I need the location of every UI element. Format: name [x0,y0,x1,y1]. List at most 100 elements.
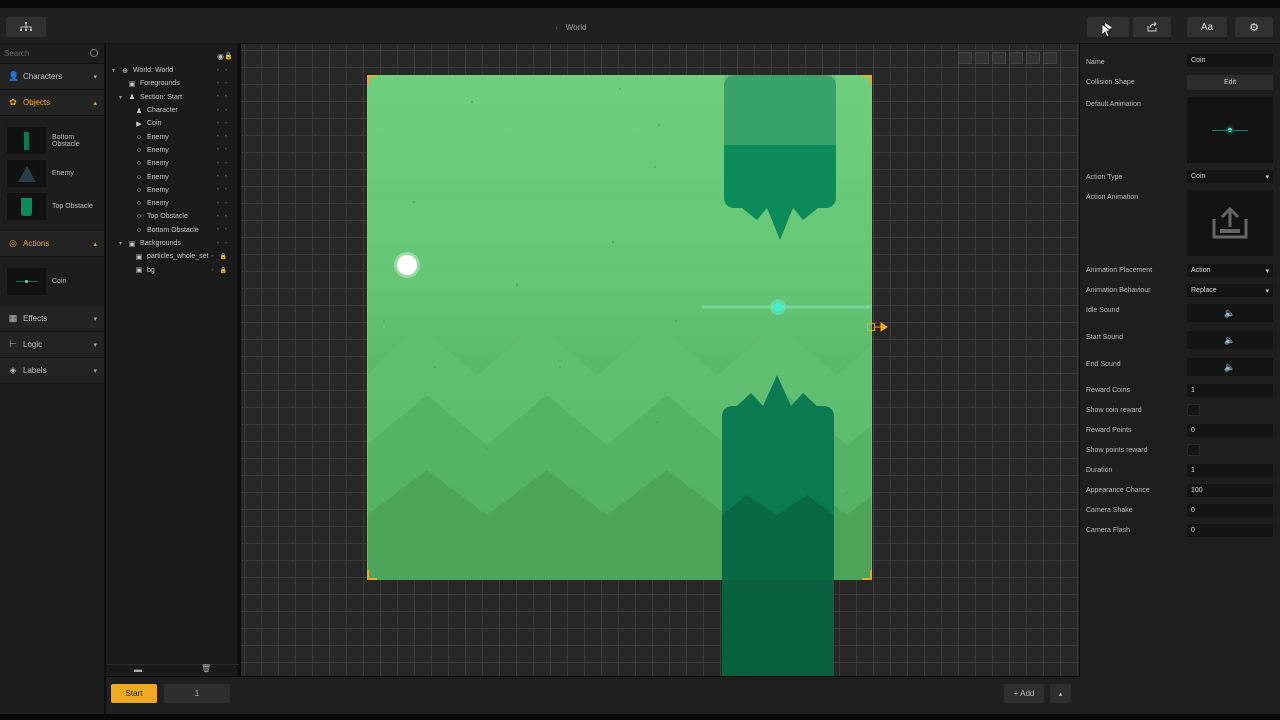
link-icon[interactable] [1026,52,1040,64]
eye-icon[interactable]: ◉ [217,52,224,61]
hierarchy-row[interactable]: ▾ ♟ Section: Start •• [106,91,237,104]
animation-behaviour-select[interactable]: Replace [1187,284,1273,297]
dot-icon[interactable]: • [225,187,233,193]
hierarchy-row[interactable]: ○ Enemy •• [106,170,237,183]
library-item-top-obstacle[interactable]: Top Obstacle [0,190,104,223]
zoom-icon[interactable] [1043,52,1057,64]
dot-icon[interactable]: • [225,81,233,87]
search-input[interactable]: Search [0,44,104,64]
default-animation-preview[interactable] [1187,97,1273,163]
camera-shake-field[interactable]: 0 [1187,504,1273,517]
lock-icon[interactable] [975,52,989,64]
direction-handle[interactable] [867,323,875,331]
magnet-icon[interactable] [1009,52,1023,64]
animation-placement-select[interactable]: Action [1187,264,1273,277]
section-tab-number[interactable]: 1 [164,684,230,703]
visibility-lock-toggles[interactable]: •• [217,214,233,220]
dot-icon[interactable]: • [225,227,233,233]
twisty-icon[interactable]: ▾ [112,67,120,74]
visibility-lock-toggles[interactable]: •• [217,94,233,100]
action-type-select[interactable]: Coin [1187,170,1273,183]
scene-canvas[interactable] [241,44,1079,676]
hierarchy-row[interactable]: ♟ Character •• [106,104,237,117]
visibility-lock-toggles[interactable]: •• [217,68,233,74]
visibility-lock-toggles[interactable]: •• [217,161,233,167]
action-animation-upload[interactable] [1187,190,1273,256]
lock-icon[interactable]: 🔒 [220,268,233,274]
name-field[interactable]: Coin [1187,54,1273,67]
section-actions[interactable]: ◎ Actions ▴ [0,231,104,257]
library-item-enemy[interactable]: Enemy [0,157,104,190]
hierarchy-row[interactable]: ▣ bg •🔒 [106,263,237,276]
edit-collision-button[interactable]: Edit [1187,75,1273,90]
text-button[interactable]: Aa [1187,17,1227,37]
add-section-button[interactable]: + Add [1004,684,1044,703]
visibility-lock-toggles[interactable]: •• [217,187,233,193]
show-points-reward-checkbox[interactable] [1187,444,1200,456]
section-tab-start[interactable]: Start [111,684,157,703]
section-labels[interactable]: ◈ Labels ▾ [0,358,104,384]
section-objects[interactable]: ✿ Objects ▴ [0,90,104,116]
reward-points-field[interactable]: 0 [1187,424,1273,437]
visibility-lock-toggles[interactable]: •• [217,81,233,87]
visibility-lock-toggles[interactable]: •• [217,147,233,153]
dot-icon[interactable]: • [225,174,233,180]
section-effects[interactable]: ▦ Effects ▾ [0,306,104,332]
grid-icon[interactable] [992,52,1006,64]
fit-icon[interactable] [958,52,972,64]
trash-icon[interactable]: 🗑 [201,664,211,673]
lock-icon[interactable]: 🔒 [220,254,233,260]
hierarchy-toggle-button[interactable] [6,17,46,37]
hierarchy-row[interactable]: ▾ ⊕ World: World •• [106,64,237,77]
dot-icon[interactable]: • [225,241,233,247]
folder-icon[interactable]: ▬ [134,665,142,674]
dot-icon[interactable]: • [225,121,233,127]
visibility-lock-toggles[interactable]: •🔒 [211,267,233,274]
dot-icon[interactable]: • [225,214,233,220]
visibility-lock-toggles[interactable]: •• [217,241,233,247]
start-sound-picker[interactable]: 🔈 [1187,331,1273,349]
visibility-lock-toggles[interactable]: •• [217,121,233,127]
share-button[interactable] [1133,17,1171,37]
visibility-lock-toggles[interactable]: •• [217,201,233,207]
visibility-lock-toggles[interactable]: •• [217,134,233,140]
arrow-right-icon[interactable] [875,322,889,332]
visibility-lock-toggles[interactable]: •• [217,108,233,114]
lock-icon[interactable]: 🔒 [224,52,233,60]
visibility-lock-toggles[interactable]: •• [217,174,233,180]
dot-icon[interactable]: • [225,161,233,167]
game-scene[interactable] [367,75,872,580]
dot-icon[interactable]: • [225,108,233,114]
hierarchy-row[interactable]: ▣ particles_whole_set •🔒 [106,250,237,263]
appearance-chance-field[interactable]: 100 [1187,484,1273,497]
visibility-lock-toggles[interactable]: •🔒 [211,253,233,260]
hierarchy-row[interactable]: ○ Enemy •• [106,157,237,170]
section-characters[interactable]: 👤 Characters ▾ [0,64,104,90]
dot-icon[interactable]: • [225,201,233,207]
visibility-lock-toggles[interactable]: •• [217,227,233,233]
hierarchy-row[interactable]: ▣ Foregrounds •• [106,77,237,90]
dot-icon[interactable]: • [225,134,233,140]
dot-icon[interactable]: • [225,68,233,74]
idle-sound-picker[interactable]: 🔈 [1187,304,1273,322]
end-sound-picker[interactable]: 🔈 [1187,358,1273,376]
hierarchy-row[interactable]: ○ Top Obstacle •• [106,210,237,223]
expand-button[interactable]: ▴ [1050,684,1071,703]
show-coin-reward-checkbox[interactable] [1187,404,1200,416]
camera-flash-field[interactable]: 0 [1187,524,1273,537]
hierarchy-row[interactable]: ○ Enemy •• [106,197,237,210]
library-item-coin[interactable]: Coin [0,265,104,298]
duration-field[interactable]: 1 [1187,464,1273,477]
hierarchy-row[interactable]: ○ Enemy •• [106,130,237,143]
library-item-bottom-obstacle[interactable]: Bottom Obstacle [0,124,104,157]
dot-icon[interactable]: • [225,94,233,100]
hierarchy-row[interactable]: ○ Bottom Obstacle •• [106,224,237,237]
hierarchy-row[interactable]: ▶ Coin •• [106,117,237,130]
twisty-icon[interactable]: ▾ [119,240,127,247]
hierarchy-row[interactable]: ○ Enemy •• [106,184,237,197]
twisty-icon[interactable]: ▾ [119,94,127,101]
settings-button[interactable]: ⚙ [1235,17,1273,37]
section-logic[interactable]: ⊢ Logic ▾ [0,332,104,358]
reward-coins-field[interactable]: 1 [1187,384,1273,397]
dot-icon[interactable]: • [225,147,233,153]
